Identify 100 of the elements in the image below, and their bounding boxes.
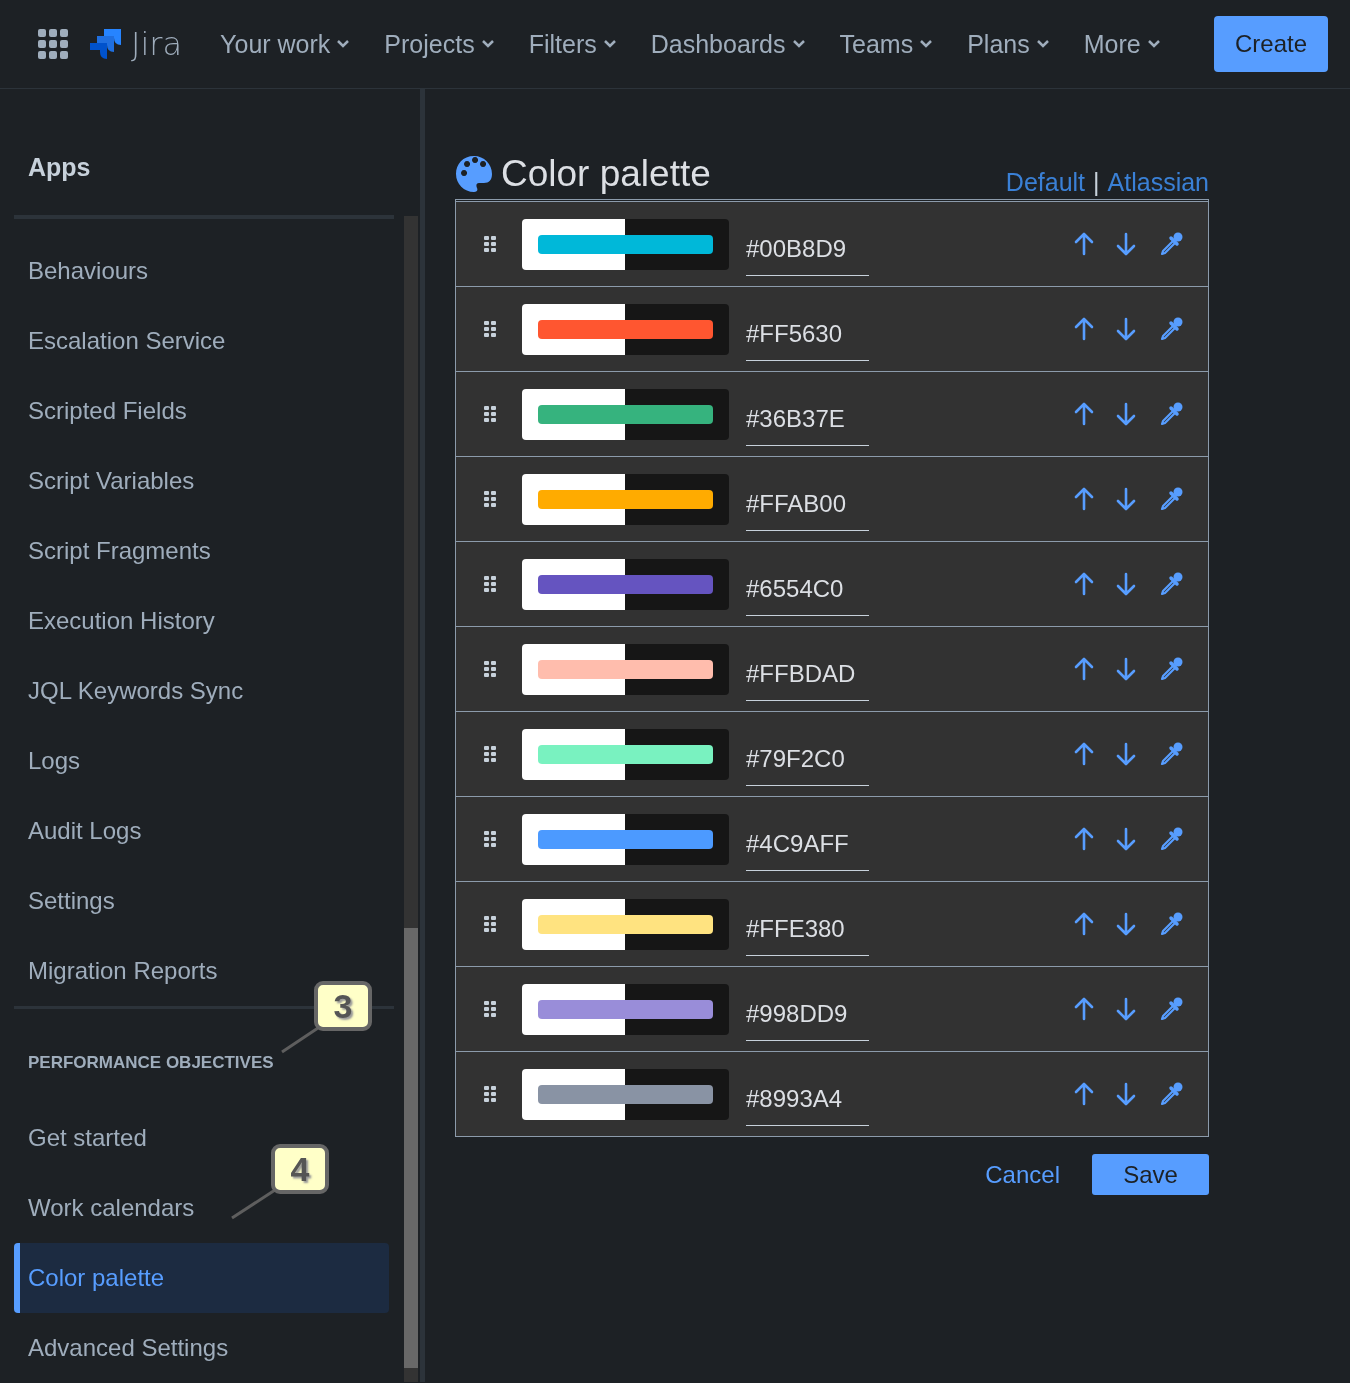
eyedropper-icon[interactable] — [1158, 401, 1184, 427]
sidebar-item[interactable]: Escalation Service — [14, 306, 389, 376]
color-swatch[interactable] — [522, 388, 729, 440]
arrow-up-icon[interactable] — [1074, 827, 1094, 851]
eyedropper-icon[interactable] — [1158, 911, 1184, 937]
sidebar-item[interactable]: JQL Keywords Sync — [14, 656, 389, 726]
arrow-up-icon[interactable] — [1074, 317, 1094, 341]
chevron-down-icon — [919, 39, 934, 49]
drag-handle-icon[interactable] — [484, 576, 496, 592]
eyedropper-icon[interactable] — [1158, 996, 1184, 1022]
hex-input-field[interactable]: #4C9AFF — [746, 821, 869, 871]
sidebar-item[interactable]: Execution History — [14, 586, 389, 656]
arrow-up-icon[interactable] — [1074, 1082, 1094, 1106]
arrow-down-icon[interactable] — [1116, 997, 1136, 1021]
drag-handle-icon[interactable] — [484, 1001, 496, 1017]
hex-input-field[interactable]: #8993A4 — [746, 1076, 869, 1126]
nav-menu-button[interactable]: Teams — [839, 29, 934, 59]
arrow-down-icon[interactable] — [1116, 912, 1136, 936]
hex-input-field[interactable]: #36B37E — [746, 396, 869, 446]
arrow-down-icon[interactable] — [1116, 487, 1136, 511]
drag-handle-icon[interactable] — [484, 746, 496, 762]
drag-handle-icon[interactable] — [484, 1086, 496, 1102]
save-button[interactable]: Save — [1092, 1154, 1209, 1195]
color-swatch[interactable] — [522, 303, 729, 355]
arrow-up-icon[interactable] — [1074, 402, 1094, 426]
arrow-up-icon[interactable] — [1074, 657, 1094, 681]
eyedropper-icon[interactable] — [1158, 826, 1184, 852]
cancel-button[interactable]: Cancel — [979, 1159, 1066, 1190]
color-swatch[interactable] — [522, 558, 729, 610]
preset-link[interactable]: Default — [1005, 167, 1086, 197]
app-switcher-icon[interactable] — [38, 29, 68, 59]
sidebar-item[interactable]: Script Variables — [14, 446, 389, 516]
leader-line — [230, 1188, 277, 1220]
drag-handle-icon[interactable] — [484, 406, 496, 422]
eyedropper-icon[interactable] — [1158, 316, 1184, 342]
nav-menu-button[interactable]: Plans — [967, 29, 1050, 59]
arrow-down-icon[interactable] — [1116, 232, 1136, 256]
color-swatch[interactable] — [522, 728, 729, 780]
arrow-up-icon[interactable] — [1074, 912, 1094, 936]
drag-handle-icon[interactable] — [484, 236, 496, 252]
nav-menu-button[interactable]: Filters — [528, 29, 617, 59]
nav-menu-button[interactable]: More — [1083, 29, 1161, 59]
hex-input-field[interactable]: #FFE380 — [746, 906, 869, 956]
eyedropper-icon[interactable] — [1158, 231, 1184, 257]
sidebar-heading: Apps — [27, 152, 92, 183]
color-swatch[interactable] — [522, 983, 729, 1035]
arrow-up-icon[interactable] — [1074, 742, 1094, 766]
callout-badge: 4 — [271, 1144, 329, 1194]
hex-input-field[interactable]: #FFBDAD — [746, 651, 869, 701]
chevron-down-icon — [1146, 39, 1161, 49]
hex-input-field[interactable]: #998DD9 — [746, 991, 869, 1041]
color-swatch[interactable] — [522, 643, 729, 695]
sidebar-item[interactable]: Script Fragments — [14, 516, 389, 586]
arrow-down-icon[interactable] — [1116, 1082, 1136, 1106]
arrow-down-icon[interactable] — [1116, 657, 1136, 681]
hex-input-field[interactable]: #FF5630 — [746, 311, 869, 361]
color-swatch[interactable] — [522, 813, 729, 865]
eyedropper-icon[interactable] — [1158, 486, 1184, 512]
drag-handle-icon[interactable] — [484, 661, 496, 677]
nav-menu-button[interactable]: Your work — [220, 29, 351, 59]
eyedropper-icon[interactable] — [1158, 741, 1184, 767]
drag-handle-icon[interactable] — [484, 916, 496, 932]
color-swatch[interactable] — [522, 218, 729, 270]
drag-handle-icon[interactable] — [484, 491, 496, 507]
color-swatch[interactable] — [522, 898, 729, 950]
drag-handle-icon[interactable] — [484, 321, 496, 337]
eyedropper-icon[interactable] — [1158, 1081, 1184, 1107]
sidebar-item[interactable]: Advanced Settings — [14, 1313, 389, 1383]
hex-input-field[interactable]: #FFAB00 — [746, 481, 869, 531]
nav-menu-button[interactable]: Dashboards — [650, 29, 806, 59]
sidebar-item[interactable]: Settings — [14, 866, 389, 936]
arrow-up-icon[interactable] — [1074, 997, 1094, 1021]
arrow-down-icon[interactable] — [1116, 402, 1136, 426]
arrow-up-icon[interactable] — [1074, 232, 1094, 256]
nav-menu-button[interactable]: Projects — [384, 29, 495, 59]
eyedropper-icon[interactable] — [1158, 571, 1184, 597]
preset-link[interactable]: Atlassian — [1107, 167, 1209, 197]
eyedropper-icon[interactable] — [1158, 656, 1184, 682]
sidebar-item[interactable]: Logs — [14, 726, 389, 796]
arrow-down-icon[interactable] — [1116, 317, 1136, 341]
sidebar-item[interactable]: Scripted Fields — [14, 376, 389, 446]
arrow-up-icon[interactable] — [1074, 487, 1094, 511]
color-swatch[interactable] — [522, 1068, 729, 1120]
arrow-down-icon[interactable] — [1116, 742, 1136, 766]
page-title: Color palette — [501, 153, 711, 195]
drag-handle-icon[interactable] — [484, 831, 496, 847]
arrow-down-icon[interactable] — [1116, 827, 1136, 851]
hex-input-field[interactable]: #79F2C0 — [746, 736, 869, 786]
sidebar-item[interactable]: Color palette — [14, 1243, 389, 1313]
hex-input-field[interactable]: #00B8D9 — [746, 226, 869, 276]
separator-text: | — [1093, 167, 1100, 197]
jira-logo-icon — [90, 29, 122, 59]
sidebar-item[interactable]: Audit Logs — [14, 796, 389, 866]
hex-input-field[interactable]: #6554C0 — [746, 566, 869, 616]
sidebar-item[interactable]: Behaviours — [14, 236, 389, 306]
arrow-down-icon[interactable] — [1116, 572, 1136, 596]
create-button[interactable]: Create — [1214, 16, 1328, 72]
color-swatch[interactable] — [522, 473, 729, 525]
scrollbar[interactable] — [404, 216, 418, 1382]
arrow-up-icon[interactable] — [1074, 572, 1094, 596]
